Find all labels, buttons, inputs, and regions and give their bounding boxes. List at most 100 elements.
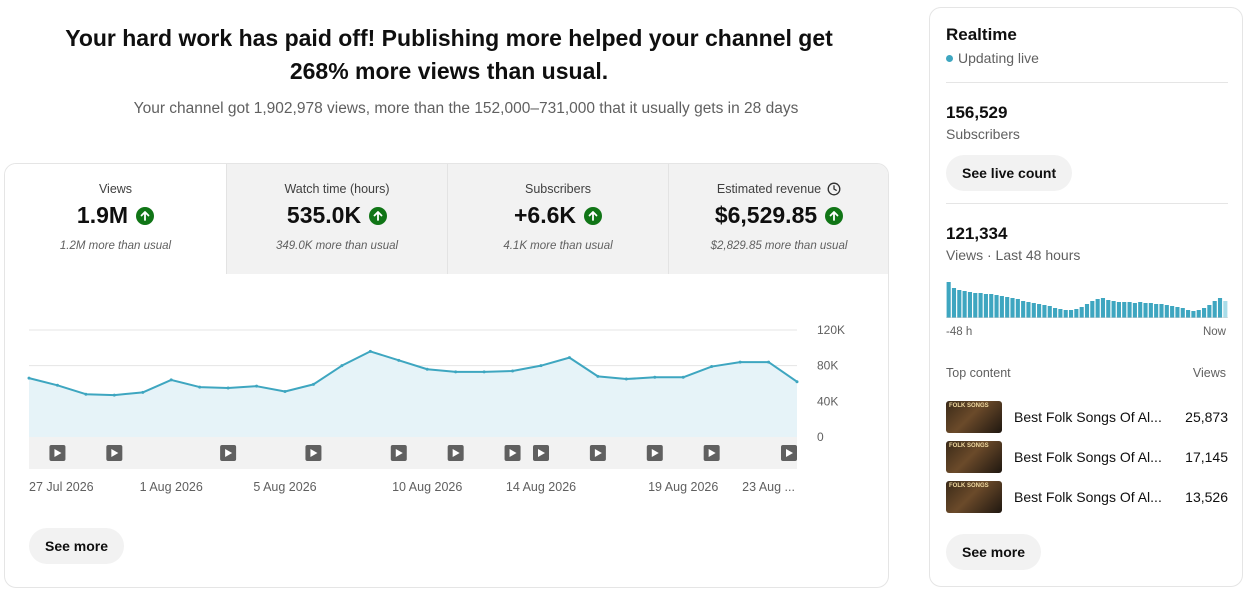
top-content-item[interactable]: FOLK SONGS Best Folk Songs Of Al... 17,1…	[946, 440, 1228, 474]
mini-bar	[1223, 301, 1228, 318]
video-marker-icon[interactable]	[533, 445, 549, 461]
data-point	[198, 385, 202, 389]
data-point	[169, 378, 173, 382]
x-tick-label: 5 Aug 2026	[253, 480, 316, 494]
video-title: Best Folk Songs Of Al...	[1014, 489, 1162, 505]
video-title: Best Folk Songs Of Al...	[1014, 449, 1162, 465]
mini-bar	[962, 291, 967, 318]
mini-bar	[1207, 305, 1212, 318]
headline: Your hard work has paid off! Publishing …	[40, 22, 858, 88]
data-point	[141, 390, 145, 394]
mini-bar	[1164, 305, 1169, 318]
video-views: 13,526	[1185, 489, 1228, 505]
data-point	[482, 370, 486, 374]
data-point	[255, 384, 259, 388]
tab-note: 1.2M more than usual	[59, 240, 172, 252]
tab-value-text: $6,529.85	[714, 202, 818, 228]
tab-subscribers[interactable]: Subscribers +6.6K 4.1K more than usual	[447, 164, 668, 274]
top-content-item[interactable]: FOLK SONGS Best Folk Songs Of Al... 25,8…	[946, 400, 1228, 434]
top-content-label: Top content	[946, 366, 1011, 380]
x-tick-label: 10 Aug 2026	[392, 480, 462, 494]
mini-bar	[1100, 298, 1106, 318]
analytics-card: Views 1.9M 1.2M more than usual Watch ti…	[4, 163, 889, 588]
data-point	[511, 369, 515, 373]
mini-bar	[1005, 297, 1010, 318]
see-more-top-content-button[interactable]: See more	[946, 534, 1042, 570]
tab-views[interactable]: Views 1.9M 1.2M more than usual	[5, 164, 226, 274]
x-tick-label: 1 Aug 2026	[140, 480, 203, 494]
data-point	[596, 374, 600, 378]
clock-icon	[827, 182, 841, 196]
mini-bar	[994, 295, 999, 318]
live-status-text: Updating live	[958, 50, 1039, 66]
mini-bar	[978, 293, 983, 318]
mini-bar	[973, 293, 978, 318]
data-point	[710, 365, 714, 369]
x-tick-label: 14 Aug 2026	[506, 480, 576, 494]
video-marker-icon[interactable]	[504, 445, 521, 461]
x-tick-label: 19 Aug 2026	[648, 480, 718, 494]
divider	[946, 82, 1228, 83]
video-marker-icon[interactable]	[646, 445, 663, 461]
mini-bar	[1148, 303, 1153, 318]
mini-bar	[1111, 301, 1116, 318]
mini-bar	[989, 294, 994, 318]
thumbnail-text: FOLK SONGS	[949, 443, 989, 449]
tab-label: Subscribers	[448, 182, 668, 196]
mini-bar	[1053, 308, 1058, 318]
data-point	[84, 392, 88, 396]
see-more-button[interactable]: See more	[29, 528, 125, 564]
mini-bar	[1186, 310, 1191, 318]
x-tick-label: 23 Aug ...	[742, 480, 795, 494]
axis-start-label: -48 h	[946, 326, 973, 338]
tab-label-text: Subscribers	[525, 182, 591, 196]
video-marker-icon[interactable]	[703, 445, 720, 461]
y-tick-label: 120K	[817, 323, 845, 337]
mini-bar	[1084, 304, 1090, 318]
arrow-up-icon	[369, 206, 388, 225]
tab-value-text: +6.6K	[513, 202, 576, 228]
data-point	[368, 349, 372, 353]
video-marker-icon[interactable]	[305, 445, 322, 461]
tab-label-text: Estimated revenue	[716, 182, 822, 196]
realtime-views-chart[interactable]	[946, 278, 1228, 318]
mini-bar	[1026, 302, 1031, 318]
data-point	[567, 356, 571, 360]
y-tick-label: 40K	[817, 394, 838, 408]
mini-bar	[1138, 302, 1143, 318]
arrow-up-icon	[136, 206, 155, 225]
tab-value: $6,529.85	[669, 202, 888, 229]
see-live-count-button[interactable]: See live count	[946, 155, 1073, 191]
video-marker-icon[interactable]	[781, 445, 797, 461]
video-marker-icon[interactable]	[447, 445, 464, 461]
thumbnail-text: FOLK SONGS	[949, 403, 989, 409]
tab-note: 349.0K more than usual	[275, 240, 399, 252]
video-marker-icon[interactable]	[49, 445, 66, 461]
tab-value-text: 535.0K	[286, 202, 362, 228]
mini-bar	[1127, 302, 1132, 318]
headline-line-2: 268% more views than usual.	[289, 58, 609, 84]
tab-estimated-revenue[interactable]: Estimated revenue $6,529.85 $2,829.85 mo…	[668, 164, 888, 274]
top-content-item[interactable]: FOLK SONGS Best Folk Songs Of Al... 13,5…	[946, 480, 1228, 514]
views-chart[interactable]: 120K 80K 40K 0 27 Jul 2026 1 Aug 2026 5 Aug 20…	[5, 274, 888, 514]
video-views: 25,873	[1185, 409, 1228, 425]
mini-bar	[1068, 310, 1074, 318]
data-point	[653, 375, 657, 379]
mini-bar	[1175, 307, 1180, 318]
mini-bar	[1090, 301, 1095, 318]
video-marker-icon[interactable]	[220, 445, 237, 461]
video-marker-icon[interactable]	[589, 445, 606, 461]
data-point	[397, 358, 401, 362]
video-marker-icon[interactable]	[106, 445, 123, 461]
mini-bar	[1037, 304, 1042, 318]
video-thumbnail: FOLK SONGS	[946, 441, 1002, 473]
tab-value-text: 1.9M	[76, 202, 129, 228]
mini-bar	[1031, 303, 1036, 318]
mini-bar	[1042, 305, 1047, 318]
subscribers-label: Subscribers	[946, 126, 1020, 142]
video-marker-icon[interactable]	[390, 445, 407, 461]
tab-watch-time[interactable]: Watch time (hours) 535.0K 349.0K more th…	[226, 164, 447, 274]
data-point	[795, 380, 799, 384]
mini-bar	[946, 282, 951, 318]
subscribers-value: 156,529	[946, 103, 1008, 122]
